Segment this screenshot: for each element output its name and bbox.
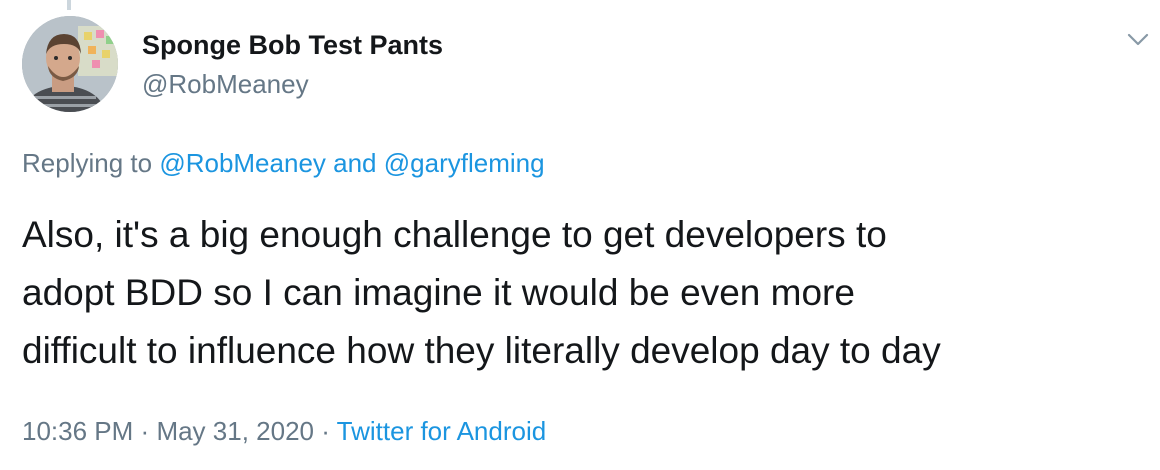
tweet-menu-button[interactable] xyxy=(1126,32,1150,48)
mention-link-robmeaney[interactable]: @RobMeaney xyxy=(159,148,326,178)
replying-to-line: Replying to @RobMeaney and @garyfleming xyxy=(22,146,545,180)
author-handle[interactable]: @RobMeaney xyxy=(142,68,443,100)
replying-to-label: Replying to xyxy=(22,148,153,178)
tweet-time[interactable]: 10:36 PM xyxy=(22,416,133,446)
author-display-name[interactable]: Sponge Bob Test Pants xyxy=(142,28,443,62)
tweet-source-link[interactable]: Twitter for Android xyxy=(337,416,547,446)
tweet-meta: 10:36 PM · May 31, 2020 · Twitter for An… xyxy=(22,414,546,448)
author-block: Sponge Bob Test Pants @RobMeaney xyxy=(142,28,443,100)
tweet-text: Also, it's a big enough challenge to get… xyxy=(22,214,941,371)
meta-separator-2: · xyxy=(321,416,330,446)
chevron-down-icon xyxy=(1127,33,1149,46)
mention-link-garyfleming[interactable]: @garyfleming xyxy=(384,148,545,178)
thread-connector-line xyxy=(67,0,71,10)
mention-conjunction: and xyxy=(333,148,377,178)
tweet-date[interactable]: May 31, 2020 xyxy=(156,416,314,446)
avatar[interactable] xyxy=(22,16,118,112)
avatar-image xyxy=(22,16,118,112)
meta-separator: · xyxy=(140,416,150,446)
